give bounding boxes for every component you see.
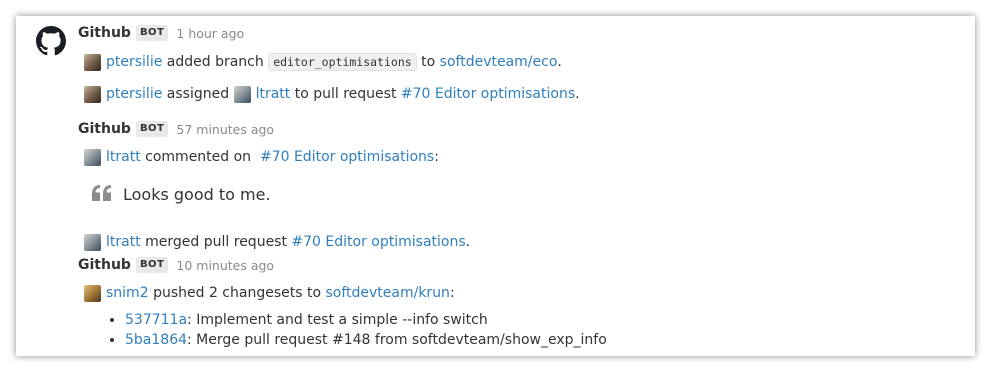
commit-message: : Merge pull request #148 from softdevte… xyxy=(187,332,607,348)
event-assigned: ptersilie assigned ltratt to pull reques… xyxy=(84,83,580,105)
event-end: . xyxy=(465,234,471,250)
event-added-branch: ptersilie added branch editor_optimisati… xyxy=(84,51,562,73)
event-connector: to pull request xyxy=(294,86,397,102)
message-feed: Github BOT 1 hour ago ptersilie added br… xyxy=(16,16,975,356)
user-avatar[interactable] xyxy=(84,284,101,302)
commit-hash-link[interactable]: 5ba1864 xyxy=(125,332,187,348)
event-end: . xyxy=(557,54,562,70)
quote-icon xyxy=(92,185,112,203)
commit-item: 5ba1864: Merge pull request #148 from so… xyxy=(125,330,607,350)
event-action: pushed 2 changesets to xyxy=(153,285,322,301)
event-connector: to xyxy=(421,54,436,70)
timestamp[interactable]: 1 hour ago xyxy=(176,26,244,41)
pull-request-link[interactable]: #70 Editor optimisations xyxy=(291,234,465,250)
bot-badge: BOT xyxy=(135,25,169,41)
event-end: : xyxy=(434,149,439,165)
commit-item: 537711a: Implement and test a simple --i… xyxy=(125,310,607,330)
sender-name[interactable]: Github xyxy=(78,25,131,41)
pull-request-link[interactable]: #70 Editor optimisations xyxy=(260,149,434,165)
bot-badge: BOT xyxy=(135,121,169,137)
event-action: commented on xyxy=(145,149,252,165)
message-group-3: Github BOT 10 minutes ago snim2 pushed 2… xyxy=(78,254,958,348)
event-end: : xyxy=(449,285,455,301)
bot-badge: BOT xyxy=(135,257,169,273)
commit-message: : Implement and test a simple --info swi… xyxy=(187,312,488,328)
comment-quote: Looks good to me. xyxy=(92,180,271,208)
event-action: assigned xyxy=(166,86,230,102)
user-avatar[interactable] xyxy=(84,53,101,71)
sender-name[interactable]: Github xyxy=(78,257,131,273)
message-header: Github BOT 1 hour ago xyxy=(78,22,958,44)
event-commented: ltratt commented on #70 Editor optimisat… xyxy=(84,146,439,168)
pull-request-link[interactable]: #70 Editor optimisations xyxy=(401,86,575,102)
message-group-1: Github BOT 1 hour ago ptersilie added br… xyxy=(78,22,958,103)
event-merged: ltratt merged pull request #70 Editor op… xyxy=(84,231,470,253)
event-end: . xyxy=(575,86,580,102)
quote-text: Looks good to me. xyxy=(123,184,271,204)
sender-name[interactable]: Github xyxy=(78,121,131,137)
user-link[interactable]: ltratt xyxy=(106,234,141,250)
event-action: merged pull request xyxy=(145,234,287,250)
user-link[interactable]: ptersilie xyxy=(106,86,162,102)
message-header: Github BOT 57 minutes ago xyxy=(78,118,958,140)
user-avatar[interactable] xyxy=(84,85,101,103)
branch-name: editor_optimisations xyxy=(268,53,417,71)
commit-list: 537711a: Implement and test a simple --i… xyxy=(108,310,607,350)
repo-link[interactable]: softdevteam/eco xyxy=(440,54,558,70)
github-avatar-icon[interactable] xyxy=(36,26,66,56)
message-header: Github BOT 10 minutes ago xyxy=(78,254,958,276)
commit-hash-link[interactable]: 537711a xyxy=(125,312,187,328)
repo-link[interactable]: softdevteam/krun xyxy=(325,285,449,301)
message-group-2: Github BOT 57 minutes ago ltratt comment… xyxy=(78,118,958,251)
timestamp[interactable]: 10 minutes ago xyxy=(176,258,274,273)
assignee-avatar[interactable] xyxy=(233,85,251,103)
event-pushed: snim2 pushed 2 changesets to softdevteam… xyxy=(84,282,455,304)
user-avatar[interactable] xyxy=(84,148,101,166)
timestamp[interactable]: 57 minutes ago xyxy=(176,122,274,137)
user-link[interactable]: ptersilie xyxy=(106,54,162,70)
event-action: added branch xyxy=(166,54,264,70)
user-link[interactable]: snim2 xyxy=(106,285,149,301)
user-link[interactable]: ltratt xyxy=(106,149,141,165)
assignee-link[interactable]: ltratt xyxy=(256,86,291,102)
user-avatar[interactable] xyxy=(84,233,101,251)
